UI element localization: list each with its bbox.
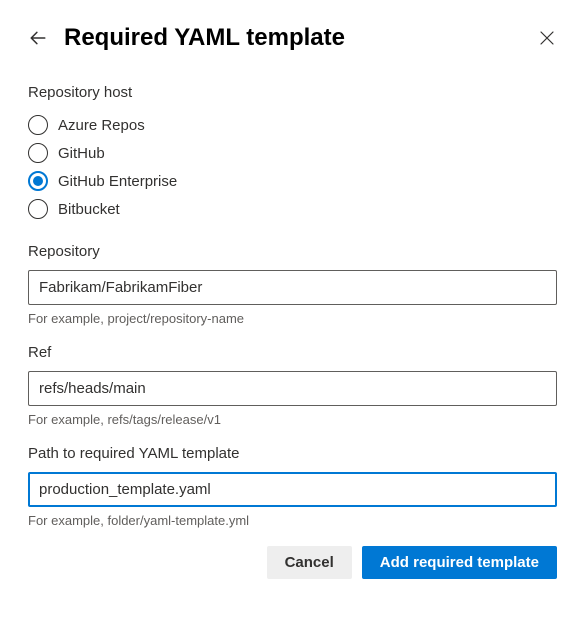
radio-github[interactable]: GitHub [28,139,557,167]
ref-input[interactable] [28,371,557,406]
path-field-group: Path to required YAML template For examp… [28,445,557,528]
radio-circle-icon [28,199,48,219]
radio-circle-selected-icon [28,171,48,191]
radio-circle-icon [28,115,48,135]
ref-hint: For example, refs/tags/release/v1 [28,412,557,427]
repository-hint: For example, project/repository-name [28,311,557,326]
path-input[interactable] [28,472,557,507]
repository-host-label: Repository host [28,84,557,101]
radio-label: Azure Repos [58,117,145,134]
radio-label: GitHub Enterprise [58,173,177,190]
dialog-header: Required YAML template [28,24,557,52]
cancel-button[interactable]: Cancel [267,546,352,579]
ref-field-group: Ref For example, refs/tags/release/v1 [28,344,557,427]
radio-github-enterprise[interactable]: GitHub Enterprise [28,167,557,195]
path-hint: For example, folder/yaml-template.yml [28,513,557,528]
radio-label: Bitbucket [58,201,120,218]
radio-azure-repos[interactable]: Azure Repos [28,111,557,139]
repository-label: Repository [28,243,557,260]
path-label: Path to required YAML template [28,445,557,462]
radio-dot-icon [33,176,43,186]
radio-label: GitHub [58,145,105,162]
repository-host-group: Azure Repos GitHub GitHub Enterprise Bit… [28,111,557,223]
ref-label: Ref [28,344,557,361]
close-icon[interactable] [537,28,557,48]
button-row: Cancel Add required template [28,546,557,579]
repository-field-group: Repository For example, project/reposito… [28,243,557,326]
add-required-template-button[interactable]: Add required template [362,546,557,579]
repository-input[interactable] [28,270,557,305]
radio-bitbucket[interactable]: Bitbucket [28,195,557,223]
dialog-title: Required YAML template [64,24,521,52]
back-arrow-icon[interactable] [28,28,48,48]
radio-circle-icon [28,143,48,163]
